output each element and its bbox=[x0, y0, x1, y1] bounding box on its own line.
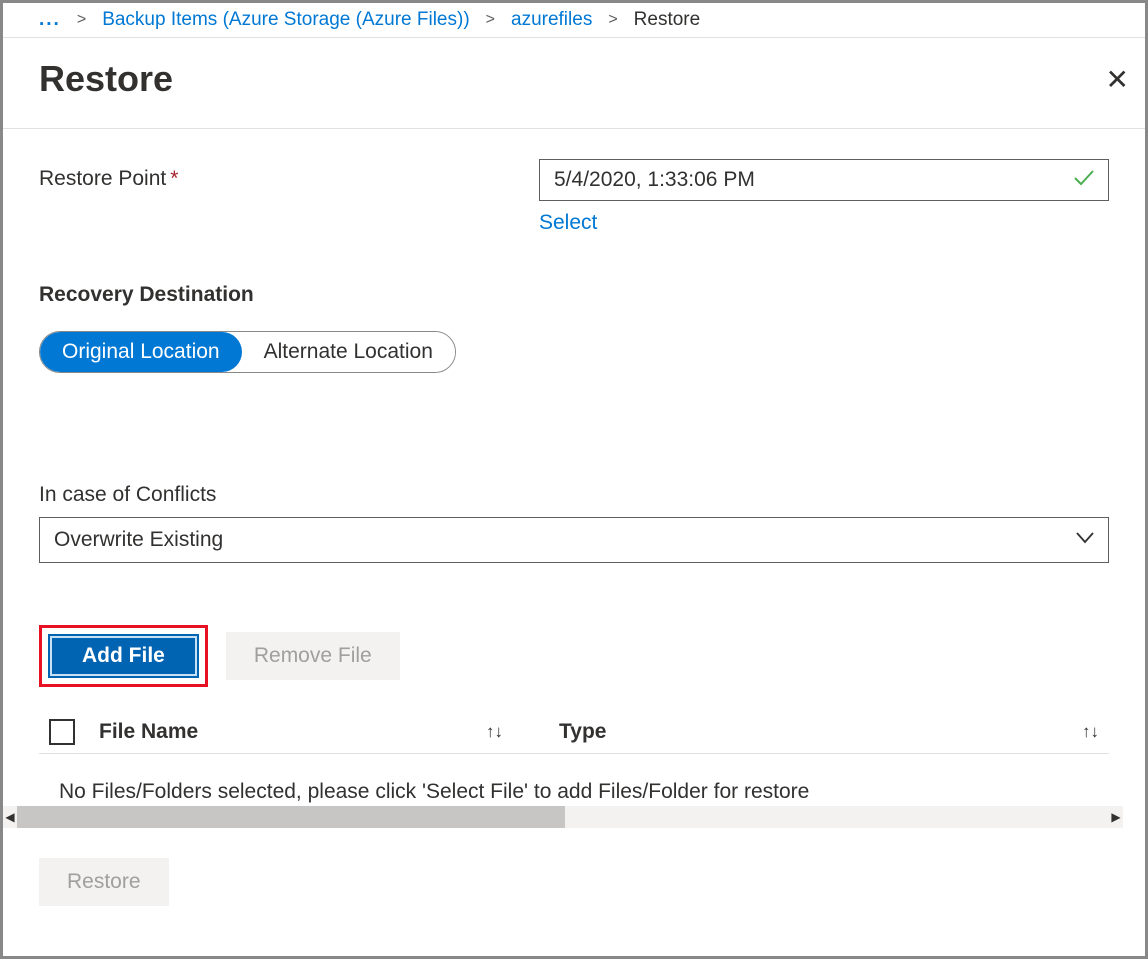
conflicts-value: Overwrite Existing bbox=[54, 528, 223, 552]
breadcrumb-azurefiles[interactable]: azurefiles bbox=[511, 9, 592, 31]
recovery-destination-label: Recovery Destination bbox=[39, 283, 1109, 307]
breadcrumb-separator: > bbox=[608, 11, 617, 29]
restore-point-value: 5/4/2020, 1:33:06 PM bbox=[554, 168, 755, 192]
recovery-destination-toggle: Original Location Alternate Location bbox=[39, 331, 456, 373]
breadcrumb: ... > Backup Items (Azure Storage (Azure… bbox=[3, 3, 1145, 38]
add-file-highlight: Add File bbox=[39, 625, 208, 687]
conflicts-dropdown[interactable]: Overwrite Existing bbox=[39, 517, 1109, 563]
restore-point-input[interactable]: 5/4/2020, 1:33:06 PM bbox=[539, 159, 1109, 201]
files-table: File Name ↑↓ Type ↑↓ No Files/Folders se… bbox=[39, 711, 1109, 804]
breadcrumb-separator: > bbox=[486, 11, 495, 29]
restore-button[interactable]: Restore bbox=[39, 858, 169, 906]
select-restore-point-link[interactable]: Select bbox=[539, 211, 597, 235]
page-header: Restore ✕ bbox=[3, 38, 1145, 129]
scroll-left-arrow-icon[interactable]: ◀ bbox=[3, 806, 17, 828]
conflicts-label: In case of Conflicts bbox=[39, 483, 1109, 507]
checkmark-icon bbox=[1074, 169, 1094, 192]
chevron-down-icon bbox=[1076, 531, 1094, 549]
sort-icon: ↑↓ bbox=[1082, 722, 1099, 742]
alternate-location-option[interactable]: Alternate Location bbox=[242, 332, 455, 372]
column-header-filename[interactable]: File Name ↑↓ bbox=[99, 720, 539, 744]
breadcrumb-current: Restore bbox=[634, 9, 701, 31]
horizontal-scrollbar[interactable]: ◀ ▶ bbox=[3, 806, 1123, 828]
breadcrumb-backup-items[interactable]: Backup Items (Azure Storage (Azure Files… bbox=[102, 9, 469, 31]
column-header-type[interactable]: Type ↑↓ bbox=[539, 720, 1099, 744]
empty-table-message: No Files/Folders selected, please click … bbox=[39, 754, 1109, 804]
breadcrumb-separator: > bbox=[77, 11, 86, 29]
remove-file-button[interactable]: Remove File bbox=[226, 632, 400, 680]
original-location-option[interactable]: Original Location bbox=[40, 332, 242, 372]
restore-point-label: Restore Point* bbox=[39, 159, 539, 191]
select-all-checkbox[interactable] bbox=[49, 719, 75, 745]
sort-icon: ↑↓ bbox=[486, 722, 503, 742]
scroll-right-arrow-icon[interactable]: ▶ bbox=[1109, 806, 1123, 828]
add-file-button[interactable]: Add File bbox=[50, 636, 197, 676]
page-title: Restore bbox=[39, 58, 173, 100]
breadcrumb-ellipsis[interactable]: ... bbox=[39, 9, 61, 31]
close-icon[interactable]: ✕ bbox=[1106, 63, 1129, 96]
scrollbar-thumb[interactable] bbox=[17, 806, 565, 828]
